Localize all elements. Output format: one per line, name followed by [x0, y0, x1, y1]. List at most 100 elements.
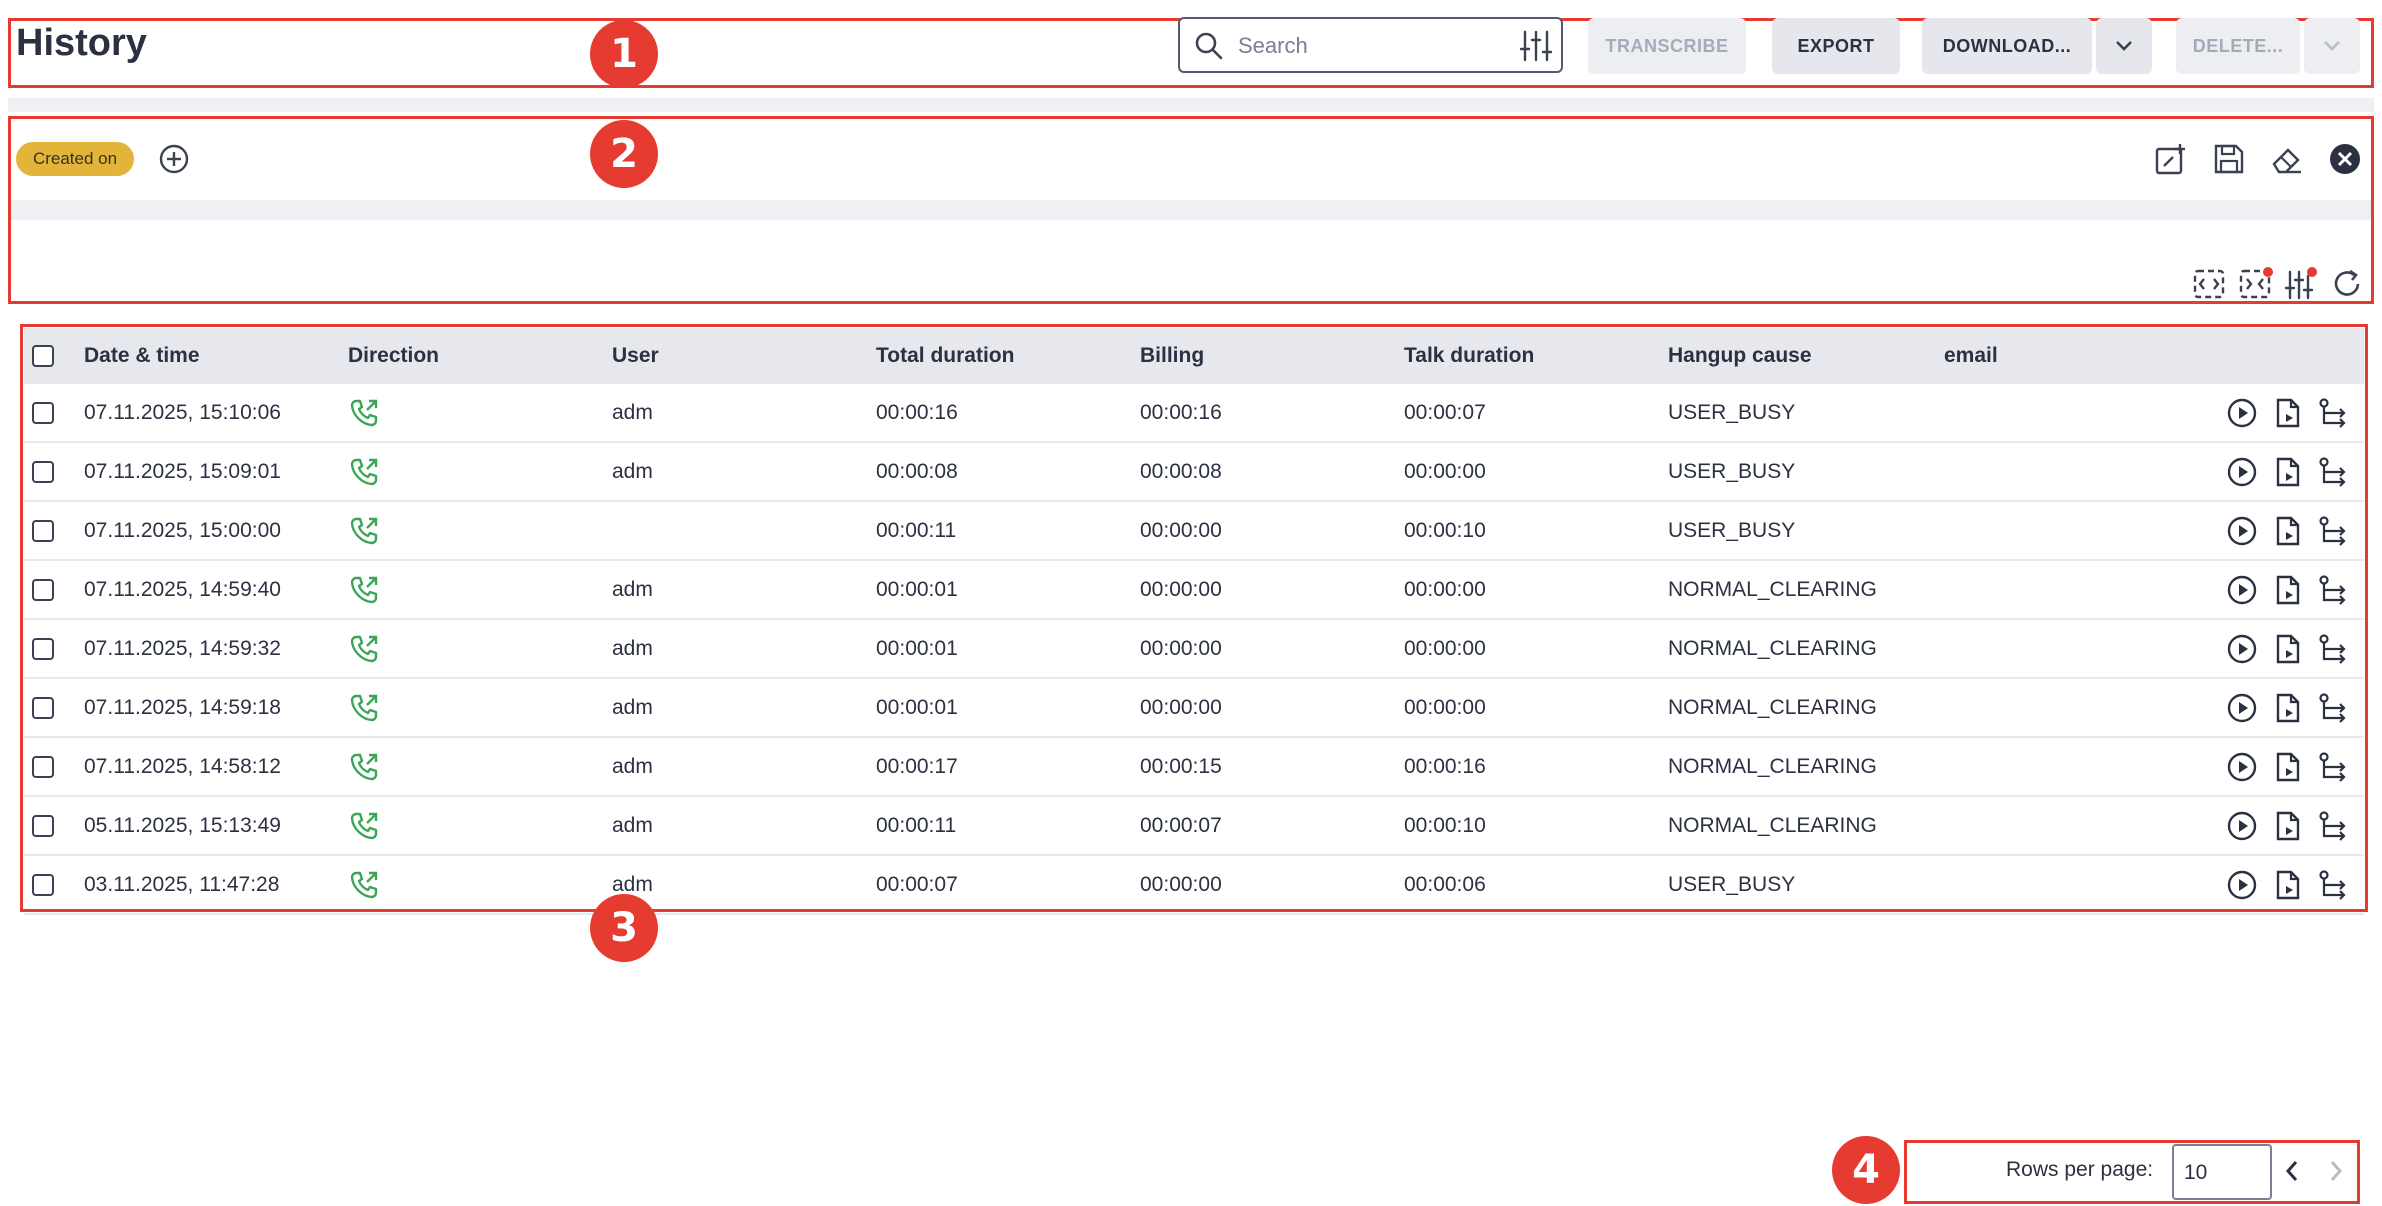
transcript-file-icon[interactable]: [2272, 751, 2304, 783]
table-row[interactable]: 03.11.2025, 11:47:28 adm 00:00:07 00:00:00 0…: [24, 855, 2364, 915]
row-checkbox[interactable]: [32, 401, 54, 424]
search-input[interactable]: Search: [1178, 17, 1563, 73]
transcribe-button[interactable]: TRANSCRIBE: [1588, 18, 1746, 74]
call-flow-icon[interactable]: [2318, 456, 2350, 488]
table-row[interactable]: 05.11.2025, 15:13:49 adm 00:00:11 00:00:07 0…: [24, 796, 2364, 856]
row-checkbox[interactable]: [32, 578, 54, 601]
transcript-file-icon[interactable]: [2272, 574, 2304, 606]
play-icon[interactable]: [2226, 633, 2258, 665]
cell-total-duration: 00:00:08: [876, 442, 1140, 502]
column-header-datetime[interactable]: Date & time: [84, 328, 348, 384]
select-all-checkbox[interactable]: [32, 345, 54, 368]
call-flow-icon[interactable]: [2318, 692, 2350, 724]
column-header-talk-duration[interactable]: Talk duration: [1404, 328, 1668, 384]
outbound-call-icon: [350, 694, 378, 721]
column-settings-icon[interactable]: [2284, 266, 2318, 300]
expand-columns-icon[interactable]: [2192, 268, 2226, 300]
cell-billing: 00:00:00: [1140, 501, 1404, 561]
filter-chip-created-on[interactable]: Created on: [16, 142, 134, 176]
row-select-cell: [24, 678, 84, 738]
column-header-total-duration[interactable]: Total duration: [876, 328, 1140, 384]
refresh-icon[interactable]: [2330, 268, 2364, 300]
close-filters-icon[interactable]: [2328, 142, 2362, 176]
cell-billing: 00:00:16: [1140, 384, 1404, 443]
column-header-hangup-cause[interactable]: Hangup cause: [1668, 328, 1944, 384]
cell-direction: [348, 442, 612, 502]
save-icon[interactable]: [2212, 142, 2246, 176]
column-header-email[interactable]: email: [1944, 328, 2144, 384]
row-checkbox[interactable]: [32, 519, 54, 542]
row-checkbox[interactable]: [32, 637, 54, 660]
table-row[interactable]: 07.11.2025, 14:59:40 adm 00:00:01 00:00:00 0…: [24, 560, 2364, 620]
cell-hangup-cause: NORMAL_CLEARING: [1668, 619, 1944, 679]
row-checkbox[interactable]: [32, 460, 54, 483]
play-icon[interactable]: [2226, 751, 2258, 783]
column-header-actions: [2144, 328, 2364, 384]
play-icon[interactable]: [2226, 869, 2258, 901]
transcript-file-icon[interactable]: [2272, 456, 2304, 488]
outbound-call-icon: [350, 812, 378, 839]
table-row[interactable]: 07.11.2025, 14:58:12 adm 00:00:17 00:00:15 0…: [24, 737, 2364, 797]
cell-billing: 00:00:15: [1140, 737, 1404, 797]
call-flow-icon[interactable]: [2318, 515, 2350, 547]
transcript-file-icon[interactable]: [2272, 810, 2304, 842]
row-select-cell: [24, 855, 84, 915]
column-header-direction[interactable]: Direction: [348, 328, 612, 384]
cell-billing: 00:00:00: [1140, 678, 1404, 738]
eraser-icon[interactable]: [2270, 142, 2304, 176]
play-icon[interactable]: [2226, 692, 2258, 724]
play-icon[interactable]: [2226, 456, 2258, 488]
row-select-cell: [24, 384, 84, 443]
cell-actions: [2144, 855, 2364, 915]
table-row[interactable]: 07.11.2025, 15:09:01 adm 00:00:08 00:00:08 0…: [24, 442, 2364, 502]
row-checkbox[interactable]: [32, 814, 54, 837]
delete-dropdown-button[interactable]: [2304, 18, 2360, 74]
add-preset-icon[interactable]: [2154, 142, 2188, 176]
transcript-file-icon[interactable]: [2272, 397, 2304, 429]
cell-talk-duration: 00:00:06: [1404, 855, 1668, 915]
cell-actions: [2144, 796, 2364, 856]
filter-sliders-icon[interactable]: [1520, 29, 1552, 63]
cell-email: [1944, 737, 2144, 797]
cell-actions: [2144, 442, 2364, 502]
table-header-row: Date & time Direction User Total duratio…: [24, 328, 2364, 384]
next-page-icon[interactable]: [2324, 1156, 2348, 1186]
outbound-call-icon: [350, 576, 378, 603]
call-flow-icon[interactable]: [2318, 810, 2350, 842]
row-checkbox[interactable]: [32, 755, 54, 778]
transcript-file-icon[interactable]: [2272, 869, 2304, 901]
cell-datetime: 07.11.2025, 15:10:06: [84, 384, 348, 443]
cell-user: adm: [612, 737, 876, 797]
export-button[interactable]: EXPORT: [1772, 18, 1900, 74]
rows-per-page-input[interactable]: 10: [2172, 1144, 2272, 1200]
table-row[interactable]: 07.11.2025, 15:00:00 00:00:11 00:00:00 00:0…: [24, 501, 2364, 561]
table-row[interactable]: 07.11.2025, 14:59:32 adm 00:00:01 00:00:00 0…: [24, 619, 2364, 679]
collapse-columns-icon[interactable]: [2238, 266, 2274, 300]
play-icon[interactable]: [2226, 810, 2258, 842]
prev-page-icon[interactable]: [2280, 1156, 2304, 1186]
call-flow-icon[interactable]: [2318, 574, 2350, 606]
transcript-file-icon[interactable]: [2272, 633, 2304, 665]
play-icon[interactable]: [2226, 574, 2258, 606]
column-header-user[interactable]: User: [612, 328, 876, 384]
delete-button[interactable]: DELETE...: [2176, 18, 2300, 74]
download-button[interactable]: DOWNLOAD...: [1922, 18, 2092, 74]
table-row[interactable]: 07.11.2025, 14:59:18 adm 00:00:01 00:00:00 0…: [24, 678, 2364, 738]
column-header-billing[interactable]: Billing: [1140, 328, 1404, 384]
cell-user: adm: [612, 796, 876, 856]
download-dropdown-button[interactable]: [2096, 18, 2152, 74]
call-flow-icon[interactable]: [2318, 751, 2350, 783]
play-icon[interactable]: [2226, 515, 2258, 547]
row-checkbox[interactable]: [32, 696, 54, 719]
add-filter-icon[interactable]: [158, 143, 190, 175]
call-flow-icon[interactable]: [2318, 869, 2350, 901]
annotation-badge-3: 3: [590, 894, 658, 962]
call-flow-icon[interactable]: [2318, 633, 2350, 665]
cell-actions: [2144, 737, 2364, 797]
row-checkbox[interactable]: [32, 873, 54, 896]
transcript-file-icon[interactable]: [2272, 515, 2304, 547]
call-flow-icon[interactable]: [2318, 397, 2350, 429]
transcript-file-icon[interactable]: [2272, 692, 2304, 724]
table-row[interactable]: 07.11.2025, 15:10:06 adm 00:00:16 00:00:16 0…: [24, 384, 2364, 443]
play-icon[interactable]: [2226, 397, 2258, 429]
